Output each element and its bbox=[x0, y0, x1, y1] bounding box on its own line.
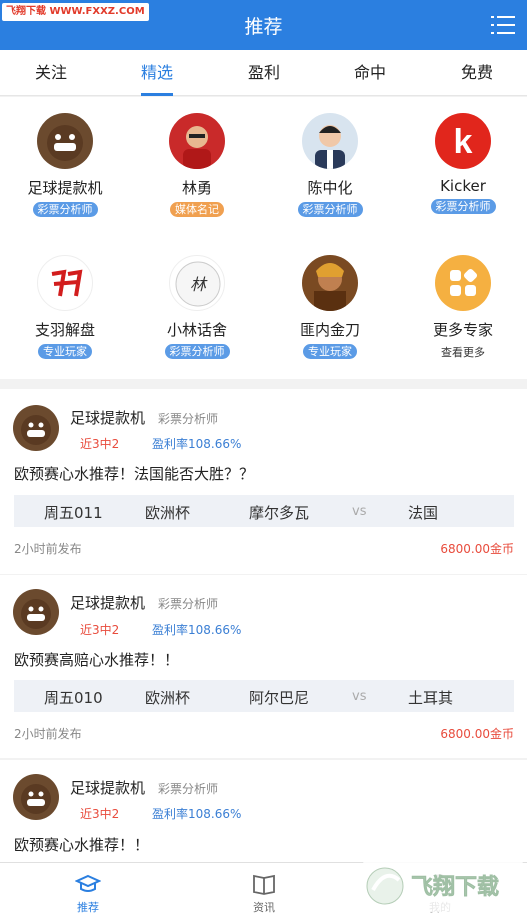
nav-label: 资讯 bbox=[253, 901, 275, 914]
list-menu-icon[interactable] bbox=[491, 14, 515, 36]
avatar bbox=[13, 589, 59, 635]
tab-featured[interactable]: 精选 bbox=[117, 50, 197, 96]
profit-rate: 盈利率108.66% bbox=[152, 807, 242, 821]
svg-text:飞翔下载: 飞翔下载 bbox=[411, 874, 499, 900]
top-app-bar: 飞翔下载 WWW.FXXZ.COM 推荐 bbox=[0, 0, 527, 50]
author-name: 足球提款机 bbox=[70, 779, 146, 797]
expert-item[interactable]: 林勇 媒体名记 bbox=[132, 113, 262, 217]
expert-name: 林勇 bbox=[181, 179, 212, 197]
post-card[interactable]: 足球提款机 彩票分析师 近3中2 盈利率108.66% 欧预赛心水推荐！法国能否… bbox=[0, 389, 527, 574]
match-id: 周五010 bbox=[44, 689, 103, 707]
post-title: 欧预赛高赔心水推荐！！ bbox=[14, 651, 180, 669]
avatar bbox=[13, 405, 59, 451]
away-team: 土耳其 bbox=[408, 689, 454, 707]
match-league: 欧洲杯 bbox=[145, 504, 191, 522]
expert-name: 足球提款机 bbox=[27, 179, 103, 197]
post-title: 欧预赛心水推荐！法国能否大胜？？ bbox=[14, 465, 255, 483]
expert-tag: 彩票分析师 bbox=[32, 202, 98, 217]
expert-tag: 彩票分析师 bbox=[297, 202, 363, 217]
author-name: 足球提款机 bbox=[70, 594, 146, 612]
match-league: 欧洲杯 bbox=[145, 689, 191, 707]
price: 6800.00金币 bbox=[440, 542, 514, 556]
expert-tag: 媒体名记 bbox=[170, 202, 224, 217]
expert-tag: 专业玩家 bbox=[303, 344, 357, 359]
avatar bbox=[302, 255, 358, 311]
expert-item[interactable]: 足球提款机 彩票分析师 bbox=[0, 113, 130, 217]
expert-item[interactable]: 匪内金刀 专业玩家 bbox=[265, 255, 395, 359]
author-name: 足球提款机 bbox=[70, 409, 146, 427]
away-team: 法国 bbox=[408, 504, 439, 522]
expert-item[interactable]: 陈中化 彩票分析师 bbox=[265, 113, 395, 217]
match-info: 周五011 欧洲杯 摩尔多瓦 vs 法国 bbox=[14, 495, 514, 527]
tab-free[interactable]: 免费 bbox=[437, 50, 517, 96]
page-title: 推荐 bbox=[244, 16, 283, 38]
nav-recommend[interactable]: 推荐 bbox=[0, 863, 176, 917]
book-icon bbox=[253, 874, 275, 895]
category-tabs: 关注 精选 盈利 命中 免费 bbox=[0, 50, 527, 96]
hit-record: 近3中2 bbox=[80, 807, 120, 821]
expert-name: 陈中化 bbox=[307, 179, 353, 197]
post-card[interactable]: 足球提款机 彩票分析师 近3中2 盈利率108.66% 欧预赛高赔心水推荐！！ … bbox=[0, 575, 527, 758]
expert-name: 更多专家 bbox=[432, 321, 493, 339]
post-card[interactable]: 足球提款机 彩票分析师 近3中2 盈利率108.66% 欧预赛心水推荐！！ bbox=[0, 760, 527, 862]
author-role: 彩票分析师 bbox=[158, 597, 219, 611]
publish-time: 2小时前发布 bbox=[14, 542, 82, 556]
expert-item[interactable]: 支羽解盘 专业玩家 bbox=[0, 255, 130, 359]
grid-apps-icon bbox=[435, 255, 491, 311]
expert-name: Kicker bbox=[440, 177, 486, 195]
avatar bbox=[169, 113, 225, 169]
hit-record: 近3中2 bbox=[80, 437, 120, 451]
publish-time: 2小时前发布 bbox=[14, 727, 82, 741]
tab-follow[interactable]: 关注 bbox=[11, 50, 91, 96]
vs-label: vs bbox=[352, 504, 367, 519]
expert-item[interactable]: k Kicker 彩票分析师 bbox=[398, 113, 527, 214]
svg-text:林: 林 bbox=[190, 275, 208, 294]
avatar bbox=[302, 113, 358, 169]
watermark-logo: 飞翔下载 bbox=[363, 860, 523, 912]
expert-name: 匪内金刀 bbox=[299, 321, 360, 339]
post-title: 欧预赛心水推荐！！ bbox=[14, 836, 150, 854]
hit-record: 近3中2 bbox=[80, 623, 120, 637]
expert-grid: 足球提款机 彩票分析师 林勇 媒体名记 陈中化 彩票分析师 k Kicker 彩… bbox=[0, 97, 527, 379]
expert-name: 支羽解盘 bbox=[34, 321, 95, 339]
expert-name: 小林话舍 bbox=[166, 321, 227, 339]
avatar bbox=[13, 774, 59, 820]
tab-profit[interactable]: 盈利 bbox=[224, 50, 304, 96]
match-info: 周五010 欧洲杯 阿尔巴尼 vs 土耳其 bbox=[14, 680, 514, 712]
nav-news[interactable]: 资讯 bbox=[176, 863, 352, 917]
expert-tag: 彩票分析师 bbox=[164, 344, 230, 359]
feather-logo-icon bbox=[37, 255, 93, 311]
expert-item[interactable]: 林 小林话舍 彩票分析师 bbox=[132, 255, 262, 359]
profit-rate: 盈利率108.66% bbox=[152, 437, 242, 451]
more-experts[interactable]: 更多专家 查看更多 bbox=[398, 255, 527, 360]
kicker-logo-icon: k bbox=[435, 113, 491, 169]
tab-hit[interactable]: 命中 bbox=[330, 50, 410, 96]
price: 6800.00金币 bbox=[440, 727, 514, 741]
soccer-ball-icon: 林 bbox=[169, 255, 225, 311]
match-id: 周五011 bbox=[44, 504, 103, 522]
expert-tag: 彩票分析师 bbox=[430, 199, 496, 214]
author-role: 彩票分析师 bbox=[158, 412, 219, 426]
graduation-cap-icon bbox=[75, 874, 101, 892]
svg-text:k: k bbox=[454, 123, 473, 161]
avatar bbox=[37, 113, 93, 169]
home-team: 摩尔多瓦 bbox=[249, 504, 310, 522]
expert-tag: 专业玩家 bbox=[38, 344, 92, 359]
view-more-link[interactable]: 查看更多 bbox=[398, 344, 527, 360]
vs-label: vs bbox=[352, 689, 367, 704]
profit-rate: 盈利率108.66% bbox=[152, 623, 242, 637]
nav-label: 推荐 bbox=[77, 901, 99, 914]
author-role: 彩票分析师 bbox=[158, 782, 219, 796]
home-team: 阿尔巴尼 bbox=[249, 689, 310, 707]
